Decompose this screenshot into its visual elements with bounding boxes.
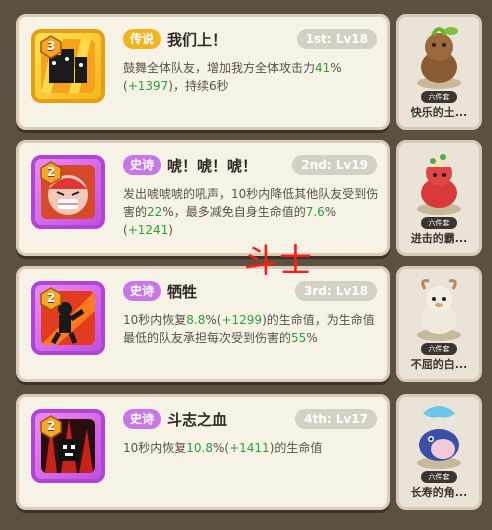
skill-level: 3rd: Lv18: [294, 281, 377, 301]
rarity-badge: 史诗: [123, 281, 162, 301]
overlay-annotation: 斗士: [244, 241, 314, 280]
creature-portrait: [405, 21, 473, 91]
skill-description: 10秒内恢复10.8%(+1411)的生命值: [123, 441, 323, 455]
rank-badge: 3: [39, 35, 63, 59]
skill-description: 发出唬唬唬的吼声，10秒内降低其他队友受到伤害的22%，最多减免自身生命值的7.…: [123, 187, 379, 237]
creature-name: 进击的霸...: [410, 232, 468, 245]
skill-level: 4th: Lv17: [295, 409, 377, 429]
creature-slot-4[interactable]: 六件套 长寿的角...: [396, 394, 482, 510]
set-tag: 六件套: [421, 91, 457, 103]
skill-level: 2nd: Lv19: [292, 155, 377, 175]
skill-card-1[interactable]: 3 传说 我们上！ 1st: Lv18 鼓舞全体队友，增加我方全体攻击力41%(…: [16, 14, 390, 130]
set-tag: 六件套: [421, 471, 457, 483]
skill-title: 唬！唬！唬！: [167, 157, 258, 175]
skill-icon-3[interactable]: 2: [31, 281, 105, 355]
rarity-badge: 史诗: [123, 155, 162, 175]
creature-portrait: [405, 273, 473, 343]
skill-description: 10秒内恢复8.8%(+1299)的生命值，为生命值最低的队友承担每次受到伤害的…: [123, 313, 375, 345]
skill-card-2[interactable]: 2 史诗 唬！唬！唬！ 2nd: Lv19 发出唬唬唬的吼声，10秒内降低其他队…: [16, 140, 390, 256]
rank-badge: 2: [39, 415, 63, 439]
creature-name: 不屈的白...: [410, 358, 468, 371]
creature-portrait: [405, 401, 473, 471]
skill-card-4[interactable]: 2 史诗 斗志之血 4th: Lv17 10秒内恢复10.8%(+1411)的生…: [16, 394, 390, 510]
skill-icon-1[interactable]: 3: [31, 29, 105, 103]
rank-badge: 2: [39, 161, 63, 185]
rank-badge: 2: [39, 287, 63, 311]
skill-title: 斗志之血: [167, 411, 228, 429]
rarity-badge: 传说: [123, 29, 162, 49]
skill-list-panel: 3 传说 我们上！ 1st: Lv18 鼓舞全体队友，增加我方全体攻击力41%(…: [0, 0, 492, 530]
creature-slot-3[interactable]: 六件套 不屈的白...: [396, 266, 482, 382]
creature-slot-2[interactable]: 六件套 进击的霸...: [396, 140, 482, 256]
skill-card-3[interactable]: 2 史诗 牺牲 3rd: Lv18 10秒内恢复8.8%(+1299)的生命值，…: [16, 266, 390, 382]
creature-name: 长寿的角...: [410, 486, 468, 499]
rarity-badge: 史诗: [123, 409, 162, 429]
skill-title: 我们上！: [167, 31, 228, 49]
skill-description: 鼓舞全体队友，增加我方全体攻击力41%(+1397)，持续6秒: [123, 61, 342, 93]
skill-icon-4[interactable]: 2: [31, 409, 105, 483]
set-tag: 六件套: [421, 343, 457, 355]
set-tag: 六件套: [421, 217, 457, 229]
creature-portrait: [405, 147, 473, 217]
skill-icon-2[interactable]: 2: [31, 155, 105, 229]
skill-level: 1st: Lv18: [296, 29, 377, 49]
skill-title: 牺牲: [167, 283, 198, 301]
creature-name: 快乐的土...: [410, 106, 468, 119]
creature-slot-1[interactable]: 六件套 快乐的土...: [396, 14, 482, 130]
